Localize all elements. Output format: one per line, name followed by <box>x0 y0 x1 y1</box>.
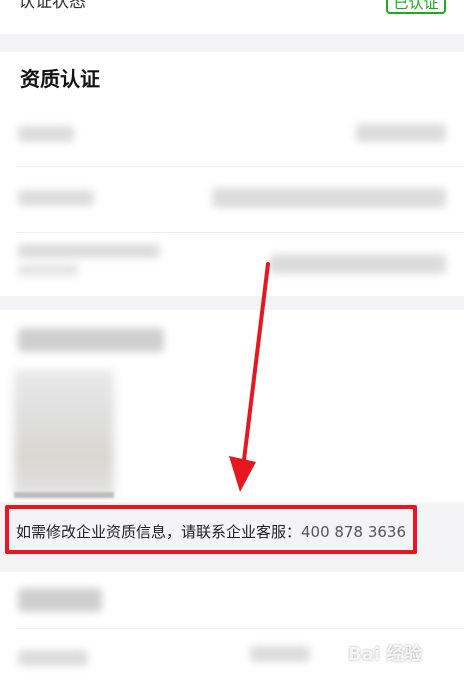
row-divider <box>16 166 464 167</box>
license-photo-shadow <box>14 492 114 498</box>
license-photo <box>14 370 114 495</box>
blurred-field-label <box>18 264 78 276</box>
blurred-field-value <box>250 646 310 662</box>
highlight-box <box>5 505 417 554</box>
section-title: 资质认证 <box>20 67 100 91</box>
row-divider <box>16 232 464 233</box>
blurred-subsection-title <box>18 588 102 612</box>
blurred-field-label <box>18 126 74 142</box>
blurred-field-value <box>356 124 446 142</box>
blurred-field-label <box>18 244 160 258</box>
status-badge: 已认证 <box>386 0 446 14</box>
row-divider <box>16 628 464 629</box>
section-gap <box>0 296 464 310</box>
status-row: 认证状态 已认证 <box>0 0 464 34</box>
blurred-field-value <box>212 188 446 208</box>
blurred-field-label <box>18 650 88 666</box>
blurred-field-value <box>270 254 446 274</box>
blurred-subsection-title <box>18 328 164 352</box>
watermark: Bai 经验 <box>348 644 423 665</box>
status-label: 认证状态 <box>18 0 86 12</box>
blurred-field-label <box>18 190 94 206</box>
